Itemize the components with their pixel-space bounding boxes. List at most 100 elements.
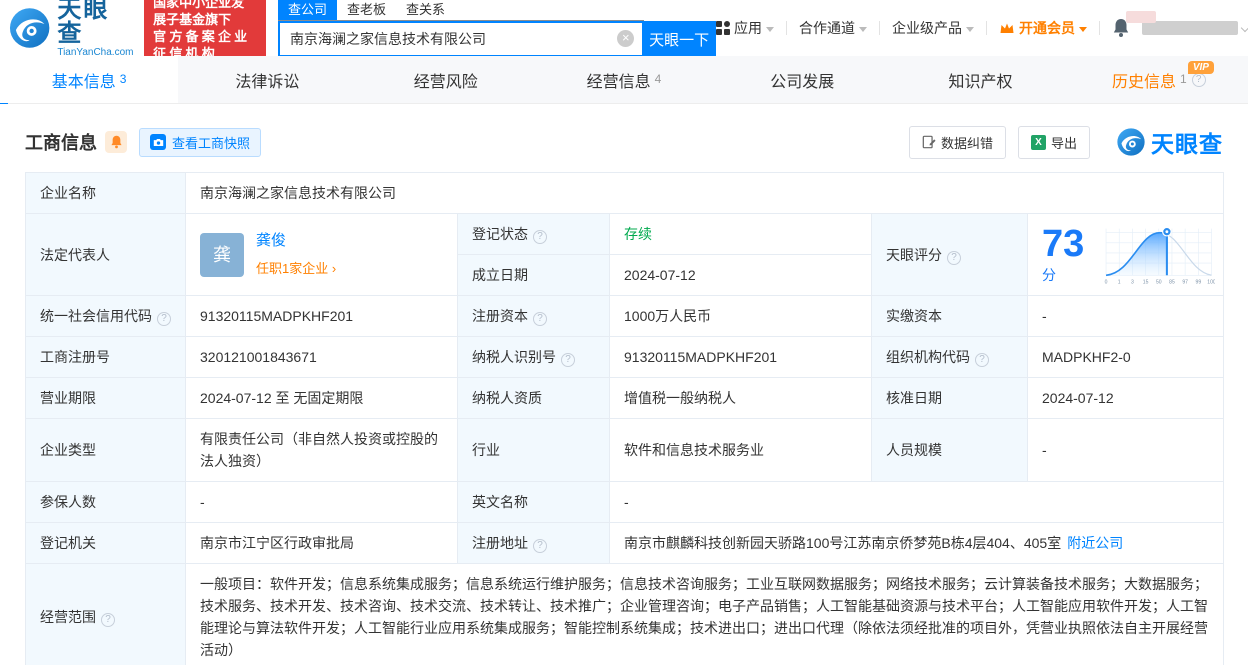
paid-capital-label: 实缴资本 <box>871 295 1028 337</box>
tab-history-info[interactable]: VIP 历史信息 1 ? <box>1070 56 1248 103</box>
reg-number-value: 320121001843671 <box>185 336 458 378</box>
score-cell: 73分 0 1 3 15 50 85 97 99 10 <box>1027 213 1224 296</box>
legal-rep-cell: 龚 龚俊 任职1家企业 › <box>185 213 458 296</box>
apps-grid-icon <box>716 21 730 35</box>
reg-capital-value: 1000万人民币 <box>609 295 872 337</box>
help-icon[interactable]: ? <box>533 312 547 326</box>
nav-apps[interactable]: 应用 <box>716 18 774 38</box>
orange-bell-icon <box>110 135 122 149</box>
monitor-bell-badge[interactable] <box>105 131 127 153</box>
help-icon[interactable]: ? <box>1191 72 1206 87</box>
nav-cooperation[interactable]: 合作通道 <box>799 18 867 38</box>
search-tab-company[interactable]: 查公司 <box>278 0 338 20</box>
reg-address-cell: 南京市麒麟科技创新园天骄路100号江苏南京侨梦苑B栋4层404、405室 附近公司 <box>609 522 1224 564</box>
legal-rep-name-link[interactable]: 龚俊 <box>256 230 336 252</box>
staff-size-value: - <box>1027 418 1224 482</box>
crown-icon <box>1000 23 1014 33</box>
help-icon[interactable]: ? <box>533 539 547 553</box>
divider <box>986 21 987 35</box>
logo-swirl-icon <box>9 8 50 48</box>
view-business-snapshot-button[interactable]: 查看工商快照 <box>139 127 262 157</box>
svg-text:85: 85 <box>1170 279 1176 285</box>
help-icon[interactable]: ? <box>157 312 171 326</box>
data-correction-button[interactable]: 数据纠错 <box>908 125 1006 159</box>
tianyancha-logo[interactable]: 天眼查 TianYanCha.com <box>8 0 134 58</box>
export-button[interactable]: X 导出 <box>1017 125 1090 159</box>
svg-text:0: 0 <box>1105 279 1108 285</box>
score-axis-ticks: 0 1 3 15 50 85 97 99 100 <box>1105 279 1215 285</box>
search-button[interactable]: 天眼一下 <box>642 21 716 57</box>
svg-text:3: 3 <box>1131 279 1134 285</box>
watermark-swirl-icon <box>1117 128 1145 156</box>
reg-address-value: 南京市麒麟科技创新园天骄路100号江苏南京侨梦苑B栋4层404、405室 <box>624 535 1062 551</box>
tab-label: 法律诉讼 <box>235 73 300 91</box>
tab-operating-info[interactable]: 经营信息 4 <box>535 56 713 103</box>
tab-company-development[interactable]: 公司发展 <box>713 56 891 103</box>
score-value: 73分 <box>1042 222 1085 283</box>
search-input[interactable] <box>278 21 643 57</box>
nav-cooperation-label: 合作通道 <box>799 20 855 36</box>
help-icon[interactable]: ? <box>947 250 961 265</box>
taxpayer-quality-value: 增值税一般纳税人 <box>609 377 872 419</box>
approval-date-value: 2024-07-12 <box>1027 377 1224 419</box>
search-tab-boss[interactable]: 查老板 <box>337 0 396 20</box>
english-name-label: 英文名称 <box>457 481 610 523</box>
table-row: 法定代表人 龚 龚俊 任职1家企业 › 登记状态? 存续 天眼评分? 73分 0… <box>25 213 1224 296</box>
reg-address-label: 注册地址? <box>457 522 610 564</box>
divider <box>786 21 787 35</box>
tab-operating-risk[interactable]: 经营风险 <box>357 56 535 103</box>
tab-basic-info[interactable]: 基本信息 3 <box>0 56 179 103</box>
staff-size-label: 人员规模 <box>871 418 1028 482</box>
legal-rep-companies-link[interactable]: 任职1家企业 › <box>256 258 336 280</box>
business-scope-label: 经营范围? <box>25 563 186 665</box>
reg-status-label: 登记状态? <box>457 213 610 255</box>
chevron-down-icon <box>766 26 774 32</box>
main-tab-bar: 基本信息 3 法律诉讼 经营风险 经营信息 4 公司发展 知识产权 VIP 历史… <box>0 56 1248 104</box>
org-code-label: 组织机构代码? <box>871 336 1028 378</box>
header-nav: 应用 合作通道 企业级产品 开通会员 <box>716 11 1248 38</box>
help-icon[interactable]: ? <box>975 353 989 367</box>
user-account-redacted[interactable] <box>1126 11 1248 35</box>
chevron-down-icon <box>966 26 974 32</box>
help-icon[interactable]: ? <box>561 353 575 367</box>
tab-legal-proceedings[interactable]: 法律诉讼 <box>178 56 356 103</box>
svg-text:100: 100 <box>1208 279 1215 285</box>
establish-date-value: 2024-07-12 <box>609 254 872 296</box>
tab-intellectual-property[interactable]: 知识产权 <box>891 56 1069 103</box>
industry-value: 软件和信息技术服务业 <box>609 418 872 482</box>
tab-label: 经营风险 <box>413 73 478 91</box>
score-label: 天眼评分? <box>871 213 1028 296</box>
chevron-down-icon <box>1079 26 1087 32</box>
taxpayer-id-value: 91320115MADPKHF201 <box>609 336 872 378</box>
snapshot-button-label: 查看工商快照 <box>172 135 251 151</box>
chevron-down-icon <box>859 26 867 32</box>
correction-button-label: 数据纠错 <box>940 135 993 151</box>
vip-badge: VIP <box>1187 61 1214 74</box>
svg-text:15: 15 <box>1143 279 1149 285</box>
svg-text:1: 1 <box>1118 279 1121 285</box>
legal-rep-avatar[interactable]: 龚 <box>200 232 244 277</box>
nav-enterprise-products[interactable]: 企业级产品 <box>892 18 974 38</box>
company-type-value: 有限责任公司（非自然人投资或控股的法人独资） <box>185 418 458 482</box>
nav-open-membership[interactable]: 开通会员 <box>999 18 1087 38</box>
nearby-companies-link[interactable]: 附近公司 <box>1067 535 1123 551</box>
business-term-value: 2024-07-12 至 无固定期限 <box>185 377 458 419</box>
business-scope-value: 一般项目：软件开发；信息系统集成服务；信息系统运行维护服务；信息技术咨询服务；工… <box>185 563 1224 665</box>
svg-text:97: 97 <box>1183 279 1189 285</box>
svg-text:99: 99 <box>1196 279 1202 285</box>
logo-title: 天眼查 <box>57 0 110 47</box>
help-icon[interactable]: ? <box>101 613 115 627</box>
tab-count: 3 <box>119 71 127 86</box>
table-row: 统一社会信用代码? 91320115MADPKHF201 注册资本? 1000万… <box>25 295 1224 337</box>
notification-badge-redacted <box>1126 11 1156 23</box>
svg-text:50: 50 <box>1156 279 1162 285</box>
company-name-label: 企业名称 <box>25 172 186 214</box>
reg-authority-label: 登记机关 <box>25 522 186 564</box>
industry-label: 行业 <box>457 418 610 482</box>
search-tabs: 查公司 查老板 查关系 <box>278 0 644 21</box>
credit-code-label: 统一社会信用代码? <box>25 295 186 337</box>
search-tab-relation[interactable]: 查关系 <box>396 0 455 20</box>
tab-label: 基本信息 <box>51 73 116 91</box>
help-icon[interactable]: ? <box>533 230 547 244</box>
nav-enterprise-label: 企业级产品 <box>892 20 962 36</box>
